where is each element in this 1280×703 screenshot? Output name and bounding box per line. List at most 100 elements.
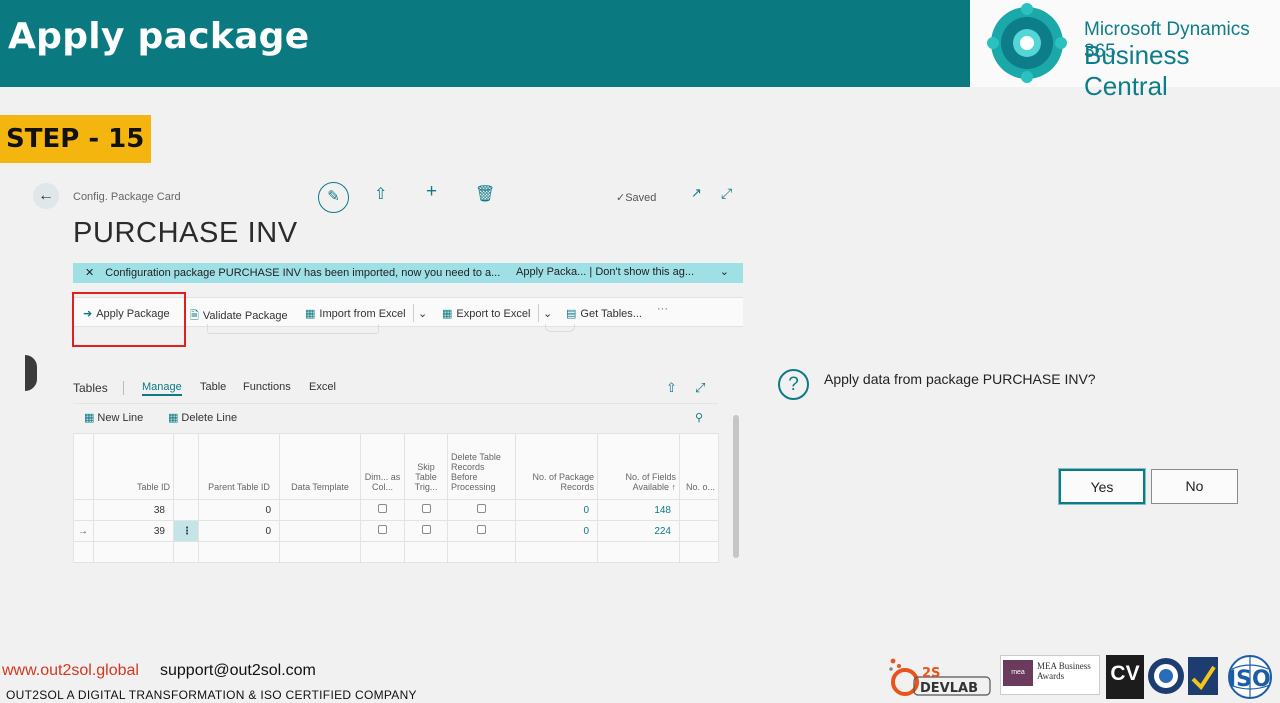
divider [413, 304, 414, 322]
pin-icon[interactable]: ⚲ [695, 411, 703, 424]
confirm-dialog: ? Apply data from package PURCHASE INV? … [770, 360, 1250, 520]
package-tables-grid: Table ID Parent Table ID Data Template D… [73, 433, 719, 563]
fields-available-cell[interactable]: 148 [597, 499, 680, 521]
cv-logo: CV [1106, 655, 1144, 699]
row-actions-kebab-icon[interactable]: ⋮ [173, 520, 199, 542]
column-header-skip-table-triggers[interactable]: Skip Table Trig... [404, 433, 448, 500]
no-of-fields-cell[interactable] [679, 499, 719, 521]
mea-awards-text: MEA Business Awards [1037, 661, 1091, 681]
column-header-package-records[interactable]: No. of Package Records [515, 433, 598, 500]
data-template-cell[interactable] [279, 520, 361, 542]
certification-badges-icon [1148, 657, 1218, 695]
table-icon: ▤ [566, 308, 577, 320]
expand-icon[interactable]: ⤢ [695, 380, 705, 396]
no-of-fields-cell[interactable] [679, 520, 719, 542]
breadcrumb: Config. Package Card [73, 191, 181, 203]
add-icon[interactable]: + [426, 181, 437, 203]
skip-triggers-checkbox[interactable] [421, 504, 431, 513]
delete-records-checkbox[interactable] [477, 504, 486, 513]
empty-table-row[interactable] [73, 541, 719, 563]
delete-trash-icon[interactable]: 🗑 [475, 184, 495, 204]
back-arrow-icon[interactable]: ← [33, 183, 59, 209]
column-header-no-of-fields[interactable]: No. o... [679, 433, 719, 500]
yes-button[interactable]: Yes [1059, 469, 1145, 504]
delete-line-button[interactable]: ▦ Delete Line [168, 411, 237, 424]
step-badge: STEP - 15 [0, 115, 151, 163]
new-line-icon: ▦ [84, 412, 95, 424]
open-new-window-icon[interactable]: ↗ [691, 185, 702, 201]
tab-table[interactable]: Table [200, 381, 226, 393]
column-header-delete-records[interactable]: Delete Table Records Before Processing [447, 433, 516, 500]
row-menu-cell [173, 499, 199, 521]
no-button[interactable]: No [1151, 469, 1238, 504]
excel-export-icon: ▦ [442, 308, 453, 320]
saved-status: ✓Saved [616, 192, 657, 204]
current-row-arrow-icon: → [73, 520, 94, 542]
table-row[interactable]: → 39 ⋮ 0 0 224 [73, 520, 719, 542]
skip-triggers-checkbox[interactable] [421, 525, 431, 534]
table-id-cell[interactable]: 38 [93, 499, 174, 521]
brand-area: Microsoft Dynamics 365 Business Central [970, 0, 1280, 101]
footer-email[interactable]: support@out2sol.com [160, 662, 316, 680]
brand-business-central: Business Central [1084, 40, 1190, 101]
more-options-icon[interactable]: ··· [657, 303, 668, 315]
table-row[interactable]: 38 0 0 148 [73, 499, 719, 521]
export-to-excel-button[interactable]: ▦ Export to Excel [442, 307, 530, 320]
svg-text:DEVLAB: DEVLAB [920, 681, 978, 696]
column-header-parent-table-id[interactable]: Parent Table ID [198, 433, 280, 500]
column-header-table-id[interactable]: Table ID [93, 433, 174, 500]
2s-devlab-logo-icon: 2S DEVLAB [889, 658, 991, 696]
notification-bar: ✕ Configuration package PURCHASE INV has… [73, 263, 743, 283]
tab-manage[interactable]: Manage [142, 381, 182, 396]
tab-excel[interactable]: Excel [309, 381, 336, 393]
dimensions-checkbox[interactable] [378, 504, 387, 513]
header-banner: Apply package [0, 0, 970, 87]
data-template-cell[interactable] [279, 499, 361, 521]
dialog-question: Apply data from package PURCHASE INV? [824, 371, 1096, 387]
skip-triggers-checkbox-cell [404, 520, 448, 542]
share-icon[interactable]: ⇧ [374, 184, 387, 204]
package-records-cell[interactable]: 0 [515, 499, 598, 521]
parent-table-id-cell[interactable]: 0 [198, 499, 280, 521]
hidden-field-edge [207, 324, 379, 334]
mea-awards-logo: mea MEA Business Awards [1000, 655, 1100, 695]
divider [538, 304, 539, 322]
footer-website[interactable]: www.out2sol.global [2, 662, 139, 680]
config-package-card: ← Config. Package Card ✎ ⇧ + 🗑 ✓Saved ↗ … [25, 175, 750, 570]
apply-package-highlight [72, 292, 186, 347]
delete-line-icon: ▦ [168, 412, 179, 424]
row-menu-header [173, 433, 199, 500]
table-id-cell[interactable]: 39 [93, 520, 174, 542]
export-dropdown-chevron-icon[interactable]: ⌄ [543, 307, 552, 320]
import-dropdown-chevron-icon[interactable]: ⌄ [418, 307, 427, 320]
close-icon[interactable]: ✕ [85, 267, 94, 279]
chevron-down-icon[interactable]: ⌄ [720, 265, 729, 278]
page-title: PURCHASE INV [73, 217, 298, 249]
get-tables-button[interactable]: ▤ Get Tables... [566, 307, 642, 320]
notification-apply-link[interactable]: Apply Packa... [516, 266, 586, 278]
vertical-scrollbar[interactable] [733, 415, 739, 558]
notification-links: Apply Packa... | Don't show this ag... [516, 266, 694, 278]
notification-dismiss-link[interactable]: Don't show this ag... [595, 266, 694, 278]
grid-toolbar: ▦ New Line ▦ Delete Line ⚲ [73, 403, 718, 429]
delete-records-checkbox[interactable] [477, 525, 486, 534]
parent-table-id-cell[interactable]: 0 [198, 520, 280, 542]
fields-available-cell[interactable]: 224 [597, 520, 680, 542]
share-icon[interactable]: ⇧ [666, 380, 677, 396]
devlab-logo-text: 2S [922, 666, 940, 681]
excel-import-icon: ▦ [305, 308, 316, 320]
column-header-fields-available[interactable]: No. of Fields Available ↑ [597, 433, 680, 500]
tab-functions[interactable]: Functions [243, 381, 291, 393]
expand-icon[interactable]: ⤢ [721, 185, 732, 202]
dimensions-checkbox[interactable] [378, 525, 387, 534]
new-line-button[interactable]: ▦ New Line [84, 411, 143, 424]
question-icon: ? [778, 369, 809, 400]
column-header-dimensions-as-columns[interactable]: Dim... as Col... [360, 433, 405, 500]
hidden-toggle-edge [545, 324, 575, 332]
package-records-cell[interactable]: 0 [515, 520, 598, 542]
iso-logo-icon: ISO [1228, 655, 1272, 699]
column-header-data-template[interactable]: Data Template [279, 433, 361, 500]
divider [123, 381, 124, 395]
edit-pencil-icon[interactable]: ✎ [318, 182, 349, 213]
import-from-excel-button[interactable]: ▦ Import from Excel [305, 307, 406, 320]
